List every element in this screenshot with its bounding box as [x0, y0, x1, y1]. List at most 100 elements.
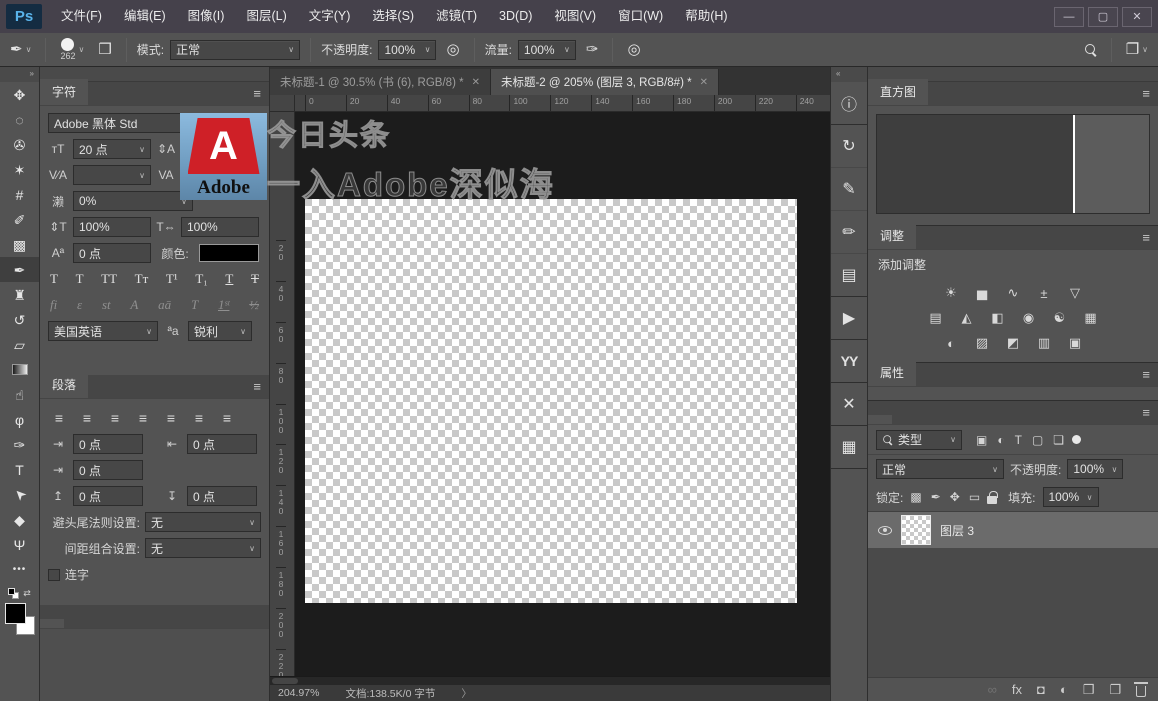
font-size-dropdown[interactable]: 20 点 ∨	[73, 139, 151, 159]
vibrance-icon[interactable]: ▽	[1064, 284, 1086, 302]
move-tool[interactable]: ✥	[0, 82, 39, 107]
tab-swatches[interactable]	[40, 619, 64, 628]
foreground-color-swatch[interactable]	[5, 603, 26, 624]
panel-menu-icon[interactable]: ≡	[1142, 367, 1150, 382]
menu-item[interactable]: 图层(L)	[235, 0, 297, 33]
opentype-button[interactable]: fi	[50, 297, 57, 313]
maximize-button[interactable]: ▢	[1088, 7, 1118, 27]
link-layers-icon[interactable]: ∞	[988, 682, 997, 697]
info-panel-icon[interactable]: ⓘ	[831, 82, 867, 125]
pressure-opacity-button[interactable]: ◎	[442, 40, 463, 59]
panel-menu-icon[interactable]: ≡	[1142, 86, 1150, 101]
anti-alias-dropdown[interactable]: 锐利 ∨	[188, 321, 252, 341]
airbrush-button[interactable]: ✑	[582, 40, 603, 59]
layer-name[interactable]: 图层 3	[940, 522, 974, 539]
actions-panel-icon[interactable]: ▶	[831, 297, 867, 340]
libraries-panel-icon[interactable]: ▤	[831, 254, 867, 297]
gradient-map-icon[interactable]: ▥	[1033, 334, 1055, 352]
filter-smart-object-icon[interactable]: ❏	[1053, 433, 1064, 447]
toolbar-expand-button[interactable]: »	[0, 67, 39, 82]
menu-item[interactable]: 图像(I)	[177, 0, 236, 33]
delete-layer-icon[interactable]	[1136, 686, 1146, 697]
language-dropdown[interactable]: 美国英语 ∨	[48, 321, 158, 341]
tab-layers[interactable]	[892, 415, 916, 424]
tool-presets-panel-icon[interactable]: ✕	[831, 383, 867, 426]
curves-icon[interactable]: ∿	[1002, 284, 1024, 302]
lasso-tool[interactable]: ✇	[0, 132, 39, 157]
menu-item[interactable]: 窗口(W)	[607, 0, 674, 33]
tab-adjustments[interactable]: 调整	[868, 223, 916, 249]
close-icon[interactable]: ✕	[700, 77, 708, 88]
zoom-level[interactable]: 204.97%	[278, 687, 319, 699]
opacity-dropdown[interactable]: 100% ∨	[378, 40, 436, 60]
space-before-field[interactable]: 0 点	[73, 486, 143, 506]
lock-all-icon[interactable]	[987, 496, 997, 504]
opentype-button[interactable]: A	[130, 297, 138, 313]
menu-item[interactable]: 编辑(E)	[113, 0, 177, 33]
invert-icon[interactable]: ◐	[940, 334, 962, 352]
document-tab[interactable]: 未标题-1 @ 30.5% (书 (6), RGB/8) * ✕	[270, 69, 491, 95]
horizontal-scrollbar[interactable]	[270, 676, 830, 685]
tab-layers[interactable]	[868, 415, 892, 424]
lock-paint-icon[interactable]: ✒	[931, 490, 941, 504]
indent-right-field[interactable]: 0 点	[187, 434, 257, 454]
smoothing-button[interactable]: ◎	[623, 40, 644, 59]
baseline-shift-field[interactable]: 0 点	[73, 243, 151, 263]
black-white-icon[interactable]: ◧	[987, 309, 1009, 327]
layer-style-icon[interactable]: fx	[1012, 682, 1022, 697]
kerning-dropdown[interactable]: ∨	[73, 165, 151, 185]
magic-wand-tool[interactable]: ✶	[0, 157, 39, 182]
spacing-dropdown[interactable]: 0% ∨	[73, 191, 193, 211]
panel-menu-icon[interactable]: ≡	[1142, 405, 1150, 420]
tab-paragraph[interactable]: 段落	[40, 372, 88, 398]
status-chevron-icon[interactable]: 〉	[461, 686, 472, 701]
history-brush-tool[interactable]: ↺	[0, 307, 39, 332]
hand-tool[interactable]: Ψ	[0, 532, 39, 557]
filter-shape-icon[interactable]: ▢	[1032, 433, 1043, 447]
eraser-tool[interactable]: ▱	[0, 332, 39, 357]
align-button[interactable]: ≡	[48, 408, 70, 428]
layer-row-selected[interactable]: 图层 3	[868, 512, 1158, 548]
pen-tool[interactable]: ✑	[0, 432, 39, 457]
tab-layers[interactable]	[916, 415, 940, 424]
tab-swatches[interactable]	[64, 619, 88, 628]
text-color-swatch[interactable]	[199, 244, 259, 262]
marquee-tool[interactable]: ◌	[0, 107, 39, 132]
filter-type-dropdown[interactable]: 类型 ∨	[876, 430, 962, 450]
photo-filter-icon[interactable]: ◉	[1018, 309, 1040, 327]
brush-settings-panel-icon[interactable]: ✏	[831, 211, 867, 254]
history-panel-icon[interactable]: ↻	[831, 125, 867, 168]
layer-group-icon[interactable]: ❒	[1083, 682, 1095, 698]
eyedropper-tool[interactable]: ✐	[0, 207, 39, 232]
color-balance-icon[interactable]: ◭	[956, 309, 978, 327]
opentype-button[interactable]: ½	[249, 297, 259, 313]
indent-left-field[interactable]: 0 点	[73, 434, 143, 454]
space-after-field[interactable]: 0 点	[187, 486, 257, 506]
path-select-tool[interactable]: ➤	[0, 482, 39, 507]
tab-histogram[interactable]: 直方图	[868, 79, 928, 105]
new-adjustment-icon[interactable]: ◐	[1060, 682, 1068, 697]
opentype-button[interactable]: aā	[158, 297, 171, 313]
canvas-transparent[interactable]	[305, 199, 797, 603]
glyphs-panel-icon[interactable]: ▦	[831, 426, 867, 469]
type-tool[interactable]: T	[0, 457, 39, 482]
filter-type-icon[interactable]: T	[1015, 433, 1022, 447]
tab-properties[interactable]: 属性	[868, 360, 916, 386]
search-button[interactable]	[1081, 42, 1101, 58]
shape-tool[interactable]: ◆	[0, 507, 39, 532]
style-button[interactable]: T₁	[195, 271, 207, 287]
layer-blend-mode-dropdown[interactable]: 正常 ∨	[876, 459, 1004, 479]
more-tools[interactable]: •••	[0, 557, 39, 582]
filter-adjustment-icon[interactable]: ◐	[997, 433, 1004, 447]
threshold-icon[interactable]: ◩	[1002, 334, 1024, 352]
scrollbar-thumb[interactable]	[272, 678, 298, 684]
layer-mask-icon[interactable]: ◘	[1037, 682, 1045, 697]
mojikumi-dropdown[interactable]: 无 ∨	[145, 538, 261, 558]
style-button[interactable]: T	[225, 271, 233, 287]
menu-item[interactable]: 3D(D)	[488, 0, 543, 33]
fill-dropdown[interactable]: 100% ∨	[1043, 487, 1099, 507]
selective-color-icon[interactable]: ▣	[1064, 334, 1086, 352]
flow-dropdown[interactable]: 100% ∨	[518, 40, 576, 60]
style-button[interactable]: Tᴛ	[135, 271, 149, 287]
default-colors-icon[interactable]	[8, 588, 19, 599]
